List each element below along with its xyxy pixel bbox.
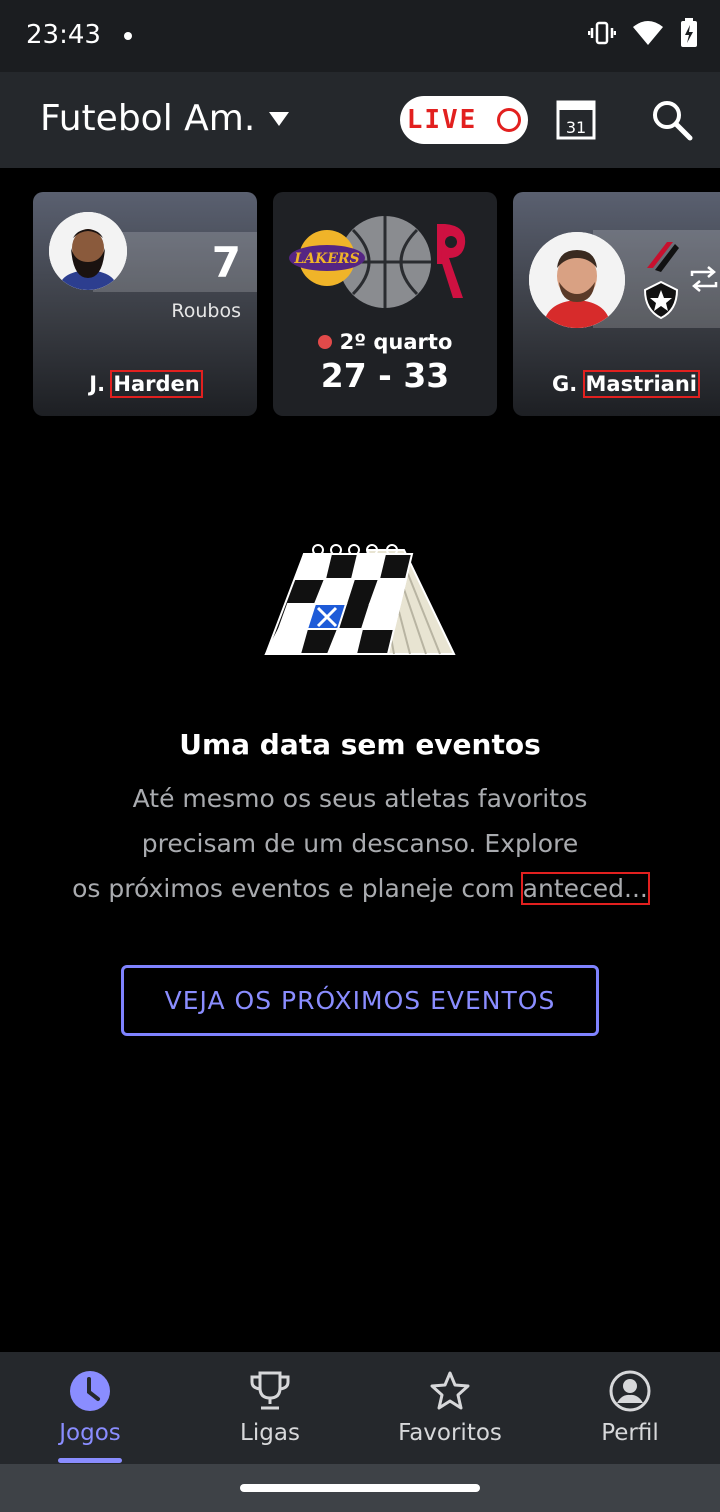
app-header: Futebol Am. LIVE 31 — [0, 72, 720, 168]
vibrate-icon — [588, 21, 616, 45]
stat-value: 7 — [211, 238, 241, 287]
empty-calendar-illustration — [264, 544, 456, 655]
player-last-name: Harden — [110, 370, 203, 398]
player-photo-icon — [49, 212, 127, 290]
botafogo-logo-icon — [643, 280, 679, 320]
game-logos: LAKERS — [289, 216, 466, 308]
nav-item-jogos[interactable]: Jogos — [0, 1352, 180, 1464]
wifi-icon — [633, 21, 663, 45]
player-initial: G. — [551, 372, 578, 396]
nav-item-favoritos[interactable]: Favoritos — [360, 1352, 540, 1464]
star-icon — [430, 1371, 470, 1410]
active-tab-indicator — [58, 1458, 122, 1463]
see-upcoming-events-button[interactable]: VEJA OS PRÓXIMOS EVENTOS — [121, 965, 599, 1036]
empty-state-title: Uma data sem eventos — [179, 728, 541, 761]
nav-label-jogos: Jogos — [59, 1420, 121, 1446]
sport-selector[interactable]: Futebol Am. — [40, 98, 290, 139]
profile-icon — [609, 1370, 651, 1412]
player-name: G. Mastriani — [513, 370, 720, 398]
nav-item-perfil[interactable]: Perfil — [540, 1352, 720, 1464]
bottom-nav: Jogos Ligas Favoritos Perfil — [0, 1352, 720, 1464]
live-ring-icon — [497, 108, 522, 132]
trophy-icon — [250, 1371, 290, 1410]
player-initial: J. — [89, 372, 106, 396]
empty-desc-line-1: Até mesmo os seus atletas favoritos — [132, 784, 588, 813]
empty-state-description: Até mesmo os seus atletas favoritos prec… — [40, 776, 680, 911]
empty-desc-truncated: anteced... — [520, 872, 650, 905]
calendar-icon[interactable]: 31 — [556, 98, 596, 140]
status-icons — [588, 18, 698, 48]
player-last-name: Mastriani — [582, 370, 701, 398]
game-period: 2º quarto — [339, 330, 453, 354]
player-photo-icon — [529, 232, 625, 328]
nav-label-perfil: Perfil — [601, 1420, 659, 1446]
nav-item-ligas[interactable]: Ligas — [180, 1352, 360, 1464]
game-score: 27 - 33 — [320, 356, 450, 395]
search-icon[interactable] — [650, 98, 694, 142]
live-dot-icon — [317, 335, 332, 349]
gesture-bar — [0, 1464, 720, 1512]
nav-label-favoritos: Favoritos — [398, 1420, 502, 1446]
player-transfer-card[interactable]: G. Mastriani — [513, 192, 720, 416]
battery-icon — [681, 18, 697, 47]
avatar — [529, 232, 625, 328]
empty-desc-line-3: os próximos eventos e planeje com antece… — [40, 866, 680, 911]
live-label: LIVE — [406, 105, 478, 135]
home-gesture-handle[interactable] — [240, 1484, 480, 1492]
clock-icon — [70, 1371, 110, 1411]
nav-label-ligas: Ligas — [240, 1420, 300, 1446]
empty-desc-line-3-prefix: os próximos eventos e planeje com — [72, 874, 523, 903]
sport-selector-label: Futebol Am. — [40, 98, 256, 139]
notification-dot-icon — [124, 32, 132, 40]
live-game-card[interactable]: LAKERS 2º quarto 27 - 33 — [273, 192, 497, 416]
status-time: 23:43 — [26, 20, 101, 50]
live-toggle-button[interactable]: LIVE — [400, 96, 528, 144]
avatar — [49, 212, 127, 290]
empty-desc-line-2: precisam de um descanso. Explore — [141, 829, 579, 858]
caret-down-icon — [269, 111, 290, 126]
player-name: J. Harden — [33, 370, 257, 398]
transfer-icon — [690, 266, 718, 292]
player-stat-card[interactable]: 7 Roubos J. Harden — [33, 192, 257, 416]
calendar-day: 31 — [566, 118, 586, 137]
status-bar: 23:43 — [0, 0, 720, 72]
athletico-logo-icon — [647, 242, 679, 272]
rockets-logo-icon — [437, 224, 466, 298]
game-status: 2º quarto — [273, 330, 497, 354]
stat-label: Roubos — [171, 300, 241, 322]
lakers-logo-text: LAKERS — [293, 251, 359, 267]
